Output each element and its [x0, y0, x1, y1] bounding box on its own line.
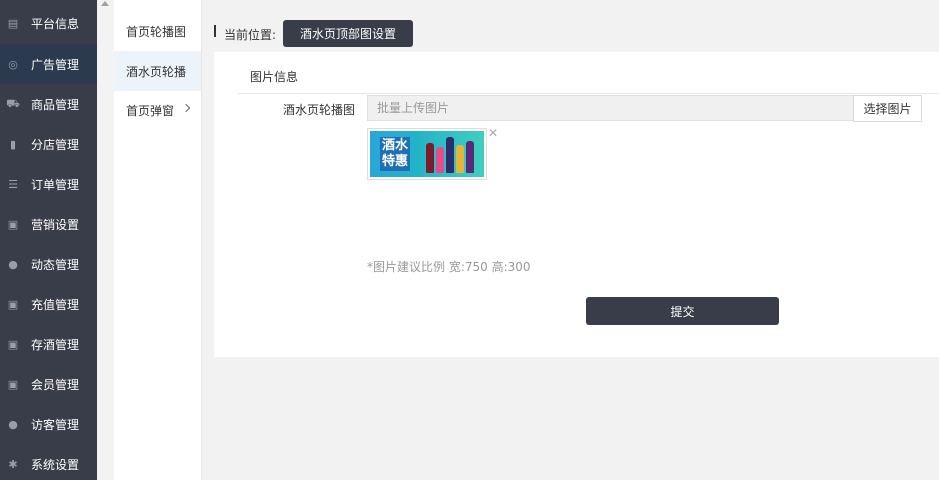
sidebar-item-system-settings[interactable]: ✱ 系统设置: [0, 444, 97, 480]
sidebar-item-label: 营销设置: [31, 217, 80, 232]
bottle-graphic: [426, 143, 434, 173]
sidebar-item-platform-info[interactable]: ▤ 平台信息: [0, 3, 97, 43]
bottle-graphic: [466, 141, 474, 173]
sidebar-item-member-management[interactable]: ▣ 会员管理: [0, 364, 97, 404]
submenu-item-label: 酒水页轮播: [126, 64, 187, 79]
sidebar-item-label: 订单管理: [31, 177, 80, 192]
promo-banner-image: 酒水特惠: [370, 131, 484, 177]
section-divider: [238, 93, 939, 94]
sidebar-item-label: 充值管理: [31, 297, 80, 312]
bottle-graphic: [436, 147, 444, 173]
sidebar-item-recharge-management[interactable]: ▣ 充值管理: [0, 284, 97, 324]
sidebar-item-label: 会员管理: [31, 377, 80, 392]
gift-icon: ▣: [7, 297, 19, 311]
submenu-item-label: 首页轮播图: [126, 24, 187, 39]
main-sidebar: ▤ 平台信息 ◎ 广告管理 ⛟ 商品管理 ▮ 分店管理 ☰ 订单管理 ▣ 营销设…: [0, 0, 97, 480]
uploaded-image-thumbnail[interactable]: 酒水特惠: [367, 128, 487, 180]
bottle-graphic: [446, 137, 454, 173]
image-ratio-hint: *图片建议比例 宽:750 高:300: [367, 260, 531, 274]
submenu-item-label: 首页弹窗: [126, 103, 175, 118]
submenu-item-home-popup[interactable]: 首页弹窗: [114, 90, 201, 130]
chevron-right-icon: [181, 103, 191, 113]
batch-upload-input[interactable]: 批量上传图片: [367, 95, 854, 121]
sidebar-item-branch-management[interactable]: ▮ 分店管理: [0, 124, 97, 164]
sidebar-item-label: 分店管理: [31, 137, 80, 152]
submit-button[interactable]: 提交: [586, 297, 779, 325]
list-icon: ☰: [8, 177, 18, 191]
choose-image-button[interactable]: 选择图片: [853, 95, 922, 122]
remove-image-icon[interactable]: ✕: [488, 127, 498, 139]
user-icon: ●: [8, 417, 18, 431]
gift-icon: ▣: [7, 337, 19, 351]
sidebar-item-order-management[interactable]: ☰ 订单管理: [0, 164, 97, 204]
section-title: 图片信息: [250, 70, 299, 84]
gift-icon: ▣: [7, 377, 19, 391]
globe-icon: ◎: [8, 57, 18, 71]
banner-logo-text: 酒水特惠: [380, 137, 410, 171]
bottle-graphic: [456, 145, 464, 173]
sidebar-item-wine-storage[interactable]: ▣ 存酒管理: [0, 324, 97, 364]
sidebar-item-label: 系统设置: [31, 457, 80, 472]
breadcrumb-current-button[interactable]: 酒水页顶部图设置: [283, 20, 413, 47]
sidebar-item-label: 平台信息: [31, 16, 80, 31]
sidebar-item-label: 广告管理: [31, 57, 80, 72]
breadcrumb-label: 当前位置:: [224, 28, 277, 42]
sidebar-item-label: 存酒管理: [31, 337, 80, 352]
carousel-image-label: 酒水页轮播图: [283, 103, 356, 117]
submenu: 首页轮播图 酒水页轮播 首页弹窗: [114, 0, 202, 480]
sidebar-scrollbar[interactable]: [97, 0, 114, 480]
breadcrumb-marker: [214, 25, 216, 37]
submenu-item-drinks-carousel[interactable]: 酒水页轮播: [114, 51, 201, 91]
gift-icon: ▣: [7, 217, 19, 231]
newspaper-icon: ▤: [7, 16, 19, 30]
sidebar-item-label: 商品管理: [31, 97, 80, 112]
cart-icon: ⛟: [6, 96, 20, 110]
sidebar-item-ad-management[interactable]: ◎ 广告管理: [0, 44, 97, 84]
sidebar-item-label: 访客管理: [31, 417, 80, 432]
sidebar-item-visitor-management[interactable]: ● 访客管理: [0, 404, 97, 444]
user-icon: ●: [8, 257, 18, 271]
building-icon: ▮: [9, 137, 17, 151]
sidebar-item-label: 动态管理: [31, 257, 80, 272]
scroll-up-arrow-icon[interactable]: [101, 1, 109, 6]
sidebar-item-marketing-settings[interactable]: ▣ 营销设置: [0, 204, 97, 244]
gear-icon: ✱: [8, 457, 18, 471]
sidebar-item-news-management[interactable]: ● 动态管理: [0, 244, 97, 284]
submenu-item-home-carousel[interactable]: 首页轮播图: [114, 11, 201, 51]
sidebar-item-product-management[interactable]: ⛟ 商品管理: [0, 84, 97, 124]
